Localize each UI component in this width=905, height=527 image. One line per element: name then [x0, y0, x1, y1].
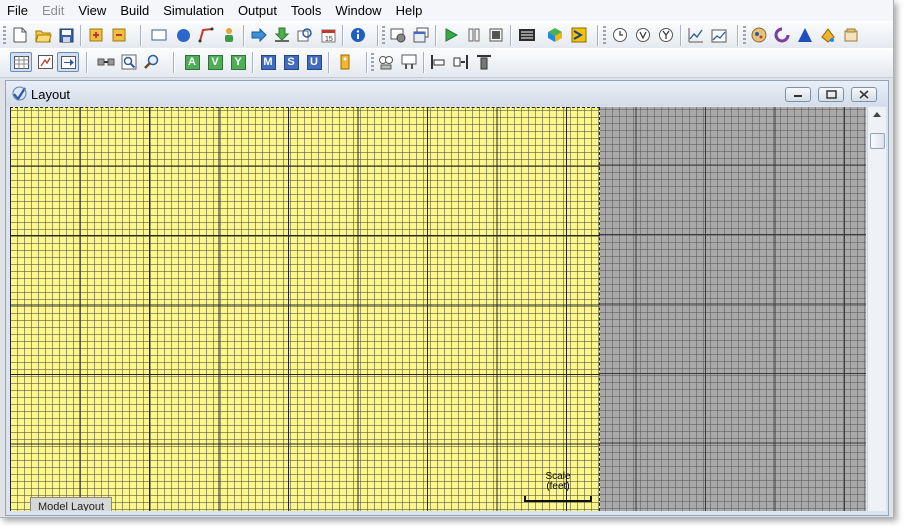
toolbar-grip[interactable]	[603, 26, 606, 46]
window-cascade-icon[interactable]	[412, 26, 430, 44]
align-top-icon[interactable]	[475, 53, 493, 71]
library-icon[interactable]	[842, 26, 860, 44]
menu-file[interactable]: File	[0, 0, 35, 21]
pause-icon[interactable]	[465, 26, 483, 44]
animation-toggle-icon[interactable]	[518, 26, 536, 44]
align-left-icon[interactable]	[429, 53, 447, 71]
build-toolbar: A V Y M S U	[0, 48, 893, 78]
stop-icon[interactable]	[487, 26, 505, 44]
paint-icon[interactable]	[819, 26, 837, 44]
menu-bar: File Edit View Build Simulation Output T…	[0, 0, 893, 21]
chart-view-button[interactable]	[35, 52, 55, 72]
rectangle-tool-icon[interactable]	[150, 26, 168, 44]
align-right-icon[interactable]	[452, 53, 470, 71]
layout-window-title: Layout	[31, 87, 71, 102]
download-icon[interactable]	[273, 26, 291, 44]
tag-icon[interactable]	[336, 53, 354, 71]
scale-unit-label: (feet)	[546, 481, 570, 492]
vertical-scrollbar[interactable]	[867, 107, 886, 511]
group-icon[interactable]	[377, 53, 395, 71]
schedule-icon[interactable]: 15	[319, 26, 337, 44]
export-icon[interactable]	[110, 26, 128, 44]
variable-y-icon[interactable]	[657, 26, 675, 44]
letter-u-icon[interactable]: U	[305, 53, 323, 71]
menu-help[interactable]: Help	[389, 0, 430, 21]
toolbar-grip[interactable]	[743, 26, 746, 46]
minimize-button[interactable]	[785, 87, 811, 102]
menu-build[interactable]: Build	[113, 0, 156, 21]
arrow-right-icon[interactable]	[250, 26, 268, 44]
new-file-icon[interactable]	[11, 26, 29, 44]
scroll-thumb[interactable]	[870, 133, 885, 149]
histogram-icon[interactable]	[710, 26, 728, 44]
toolbar-grip[interactable]	[371, 53, 374, 73]
letter-a-icon[interactable]: A	[183, 53, 201, 71]
application-window: File Edit View Build Simulation Output T…	[0, 0, 894, 518]
triangle-icon[interactable]	[796, 26, 814, 44]
toolbar-grip[interactable]	[3, 26, 6, 46]
layout-canvas[interactable]: Scale (feet) Model Layout	[10, 107, 866, 511]
menu-tools[interactable]: Tools	[284, 0, 328, 21]
letter-y-icon[interactable]: Y	[229, 53, 247, 71]
scale-indicator: Scale (feet)	[522, 472, 594, 506]
circle-tool-icon[interactable]	[174, 26, 192, 44]
trace-icon[interactable]	[570, 26, 588, 44]
menu-simulation[interactable]: Simulation	[156, 0, 231, 21]
resource-tool-icon[interactable]	[220, 26, 238, 44]
search-replace-icon[interactable]	[296, 26, 314, 44]
model-layout-tab[interactable]: Model Layout	[30, 497, 112, 511]
standard-toolbar: 15	[0, 21, 893, 50]
color-cube-icon[interactable]	[546, 26, 564, 44]
step-view-button[interactable]	[57, 52, 79, 72]
letter-s-icon[interactable]: S	[282, 53, 300, 71]
layout-window-titlebar[interactable]: Layout	[6, 81, 888, 106]
menu-output[interactable]: Output	[231, 0, 284, 21]
open-folder-icon[interactable]	[34, 26, 52, 44]
import-icon[interactable]	[87, 26, 105, 44]
scale-bar	[524, 496, 592, 502]
toolbar-grip[interactable]	[382, 26, 385, 46]
menu-view[interactable]: View	[71, 0, 113, 21]
swirl-icon[interactable]	[773, 26, 791, 44]
layout-window: Layout Scale (feet) Model Layout	[5, 80, 889, 516]
restore-button[interactable]	[818, 87, 844, 102]
scroll-up-icon[interactable]	[873, 112, 881, 117]
layout-window-icon	[12, 86, 27, 106]
clock-icon[interactable]	[611, 26, 629, 44]
ungroup-icon[interactable]	[400, 53, 418, 71]
info-icon[interactable]	[349, 26, 367, 44]
magnify-icon[interactable]	[143, 53, 161, 71]
global-icon[interactable]	[750, 26, 768, 44]
layout-view-button[interactable]	[10, 52, 32, 72]
save-icon[interactable]	[57, 26, 75, 44]
polyline-tool-icon[interactable]	[197, 26, 215, 44]
run-icon[interactable]	[442, 26, 460, 44]
settings-window-icon[interactable]	[389, 26, 407, 44]
close-button[interactable]	[851, 87, 877, 102]
menu-edit[interactable]: Edit	[35, 0, 71, 21]
view-zoom-icon[interactable]	[120, 53, 138, 71]
variable-v-icon[interactable]	[634, 26, 652, 44]
letter-m-icon[interactable]: M	[259, 53, 277, 71]
menu-window[interactable]: Window	[328, 0, 388, 21]
svg-text:15: 15	[325, 36, 333, 43]
letter-v-icon[interactable]: V	[206, 53, 224, 71]
line-graph-icon[interactable]	[687, 26, 705, 44]
connect-icon[interactable]	[97, 53, 115, 71]
model-layout-area[interactable]	[10, 107, 600, 511]
